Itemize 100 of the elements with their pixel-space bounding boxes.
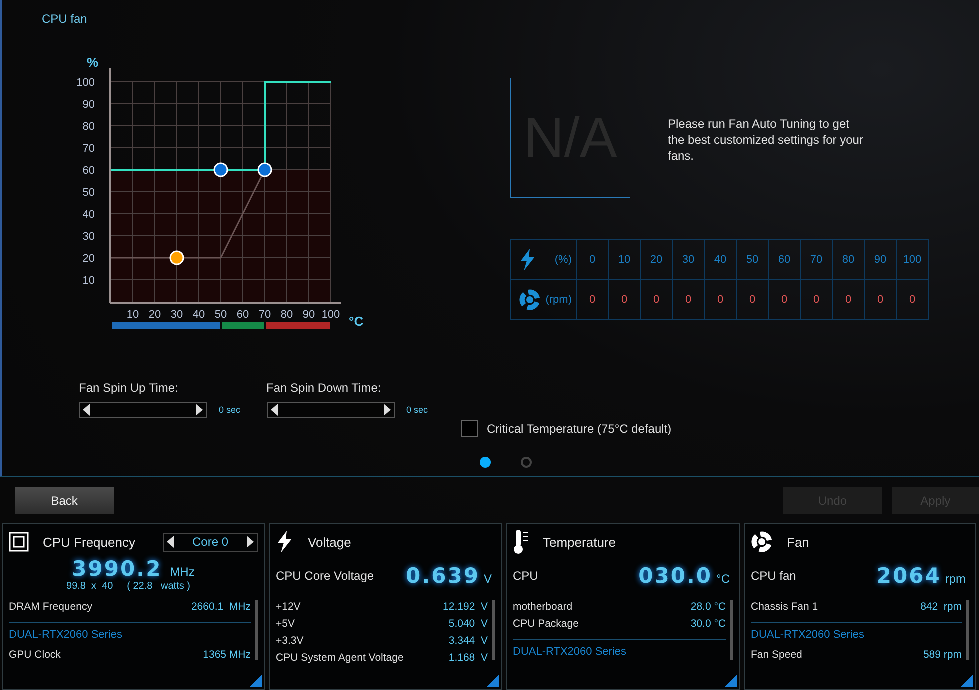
reading-unit: V [484,572,492,586]
chip-icon [9,532,29,552]
y-tick-label: 70 [82,143,95,155]
reading-value: 2064 [876,564,942,588]
core-selector[interactable]: Core 0 [163,532,258,552]
thermometer-icon [513,529,529,555]
tuning-message: Please run Fan Auto Tuning to get the best customized settings for your fans. [668,116,864,164]
reading-label: CPU fan [751,569,796,583]
sensor-label: Chassis Fan 1 [751,600,818,612]
table-cell: 0 [833,280,865,320]
scrollbar[interactable] [966,600,969,660]
spin-time-label: Fan Spin Up Time: [79,381,180,395]
speed-unit: (rpm) [546,294,572,306]
reading-unit: °C [716,572,730,586]
back-button[interactable]: Back [15,487,114,514]
sensor-value: 30.0 °C [690,618,726,630]
table-cell: 80 [833,240,865,280]
table-cell: 20 [641,240,673,280]
page-title: CPU fan [42,11,88,28]
scrollbar[interactable] [255,600,258,660]
sensor-value: 5.040 V [448,618,488,630]
reading-value: 030.0 [638,564,713,588]
reading-value: 0.639 [406,564,480,588]
sensor-label: GPU Clock [9,648,61,660]
device-heading: DUAL-RTX2060 Series [513,646,628,660]
table-cell: 100 [897,240,929,280]
spin-time-value: 0 sec [219,405,241,415]
page-indicator-dot[interactable] [480,457,491,468]
expand-corner-icon[interactable] [961,675,973,687]
sensor-label: +5V [276,618,295,630]
x-tick-label: 50 [214,309,228,321]
sensor-value: 1365 MHz [203,648,251,660]
sensor-label: DRAM Frequency [9,600,92,612]
scrollbar[interactable] [492,600,495,660]
fan-icon [751,531,773,553]
x-tick-label: 30 [170,309,184,321]
y-tick-label: 100 [76,77,95,89]
reading-detail: 99.8 x 40 ( 22.8 watts ) [66,581,192,592]
reading-label: CPU [513,569,538,583]
sensor-label: motherboard [513,600,573,612]
spin-time-slider[interactable] [266,402,395,418]
sensor-label: +12V [276,600,301,612]
panel-title: Fan [787,534,810,550]
table-cell: 0 [737,280,769,320]
critical-temperature-checkbox[interactable] [461,420,478,437]
panel-title: Voltage [308,534,352,550]
spin-time-value: 0 sec [406,405,428,415]
table-cell: 0 [769,280,801,320]
sensor-label: +3.3V [276,634,304,646]
sensor-value: 2660.1 MHz [191,600,251,612]
sensor-value: 842 rpm [920,600,962,612]
y-tick-label: 80 [82,121,95,133]
table-cell: 10 [609,240,641,280]
sensor-value: 3.344 V [448,634,488,646]
x-axis-label: °C [349,314,364,329]
reading-unit: rpm [945,572,966,586]
table-cell: 50 [737,240,769,280]
scrollbar[interactable] [730,600,733,660]
lightning-icon [519,248,537,270]
curve-handle[interactable] [258,162,272,178]
spin-time-slider[interactable] [79,402,207,418]
sensor-value: 28.0 °C [690,600,726,612]
sensor-value: 1.168 V [448,652,488,664]
x-tick-label: 100 [322,309,340,321]
table-cell: 0 [577,280,609,320]
sensor-label: CPU Package [513,618,579,630]
panel-title: CPU Frequency [43,534,136,550]
sensor-value: 12.192 V [443,600,488,612]
table-cell: 0 [865,280,897,320]
table-cell: 70 [801,240,833,280]
x-tick-label: 60 [236,309,250,321]
device-heading: DUAL-RTX2060 Series [751,629,866,643]
device-heading: DUAL-RTX2060 Series [9,629,124,643]
x-tick-label: 90 [302,309,316,321]
spin-time-label: Fan Spin Down Time: [266,381,382,395]
reading-label: CPU Core Voltage [276,569,374,583]
fan-icon [519,288,541,310]
table-cell: 0 [673,280,705,320]
curve-handle[interactable] [170,250,184,266]
x-tick-label: 40 [192,309,206,321]
table-cell: 0 [641,280,673,320]
table-cell: 30 [673,240,705,280]
curve-handle[interactable] [214,162,228,178]
panel-title: Temperature [543,534,616,550]
x-tick-label: 20 [148,309,162,321]
duty-unit: (%) [554,254,572,266]
lightning-icon [276,531,294,553]
y-tick-label: 50 [82,187,95,199]
x-tick-label: 70 [258,309,272,321]
y-axis-label: % [87,55,99,70]
x-tick-label: 10 [126,309,140,321]
page-indicator-dot[interactable] [521,457,532,468]
y-tick-label: 60 [82,165,95,177]
reading-unit: MHz [170,565,195,579]
sensor-value: 589 rpm [923,648,962,660]
x-tick-label: 80 [280,309,294,321]
table-cell: 90 [865,240,897,280]
table-cell: 0 [609,280,641,320]
table-cell: 0 [705,280,737,320]
y-tick-label: 90 [82,99,95,111]
